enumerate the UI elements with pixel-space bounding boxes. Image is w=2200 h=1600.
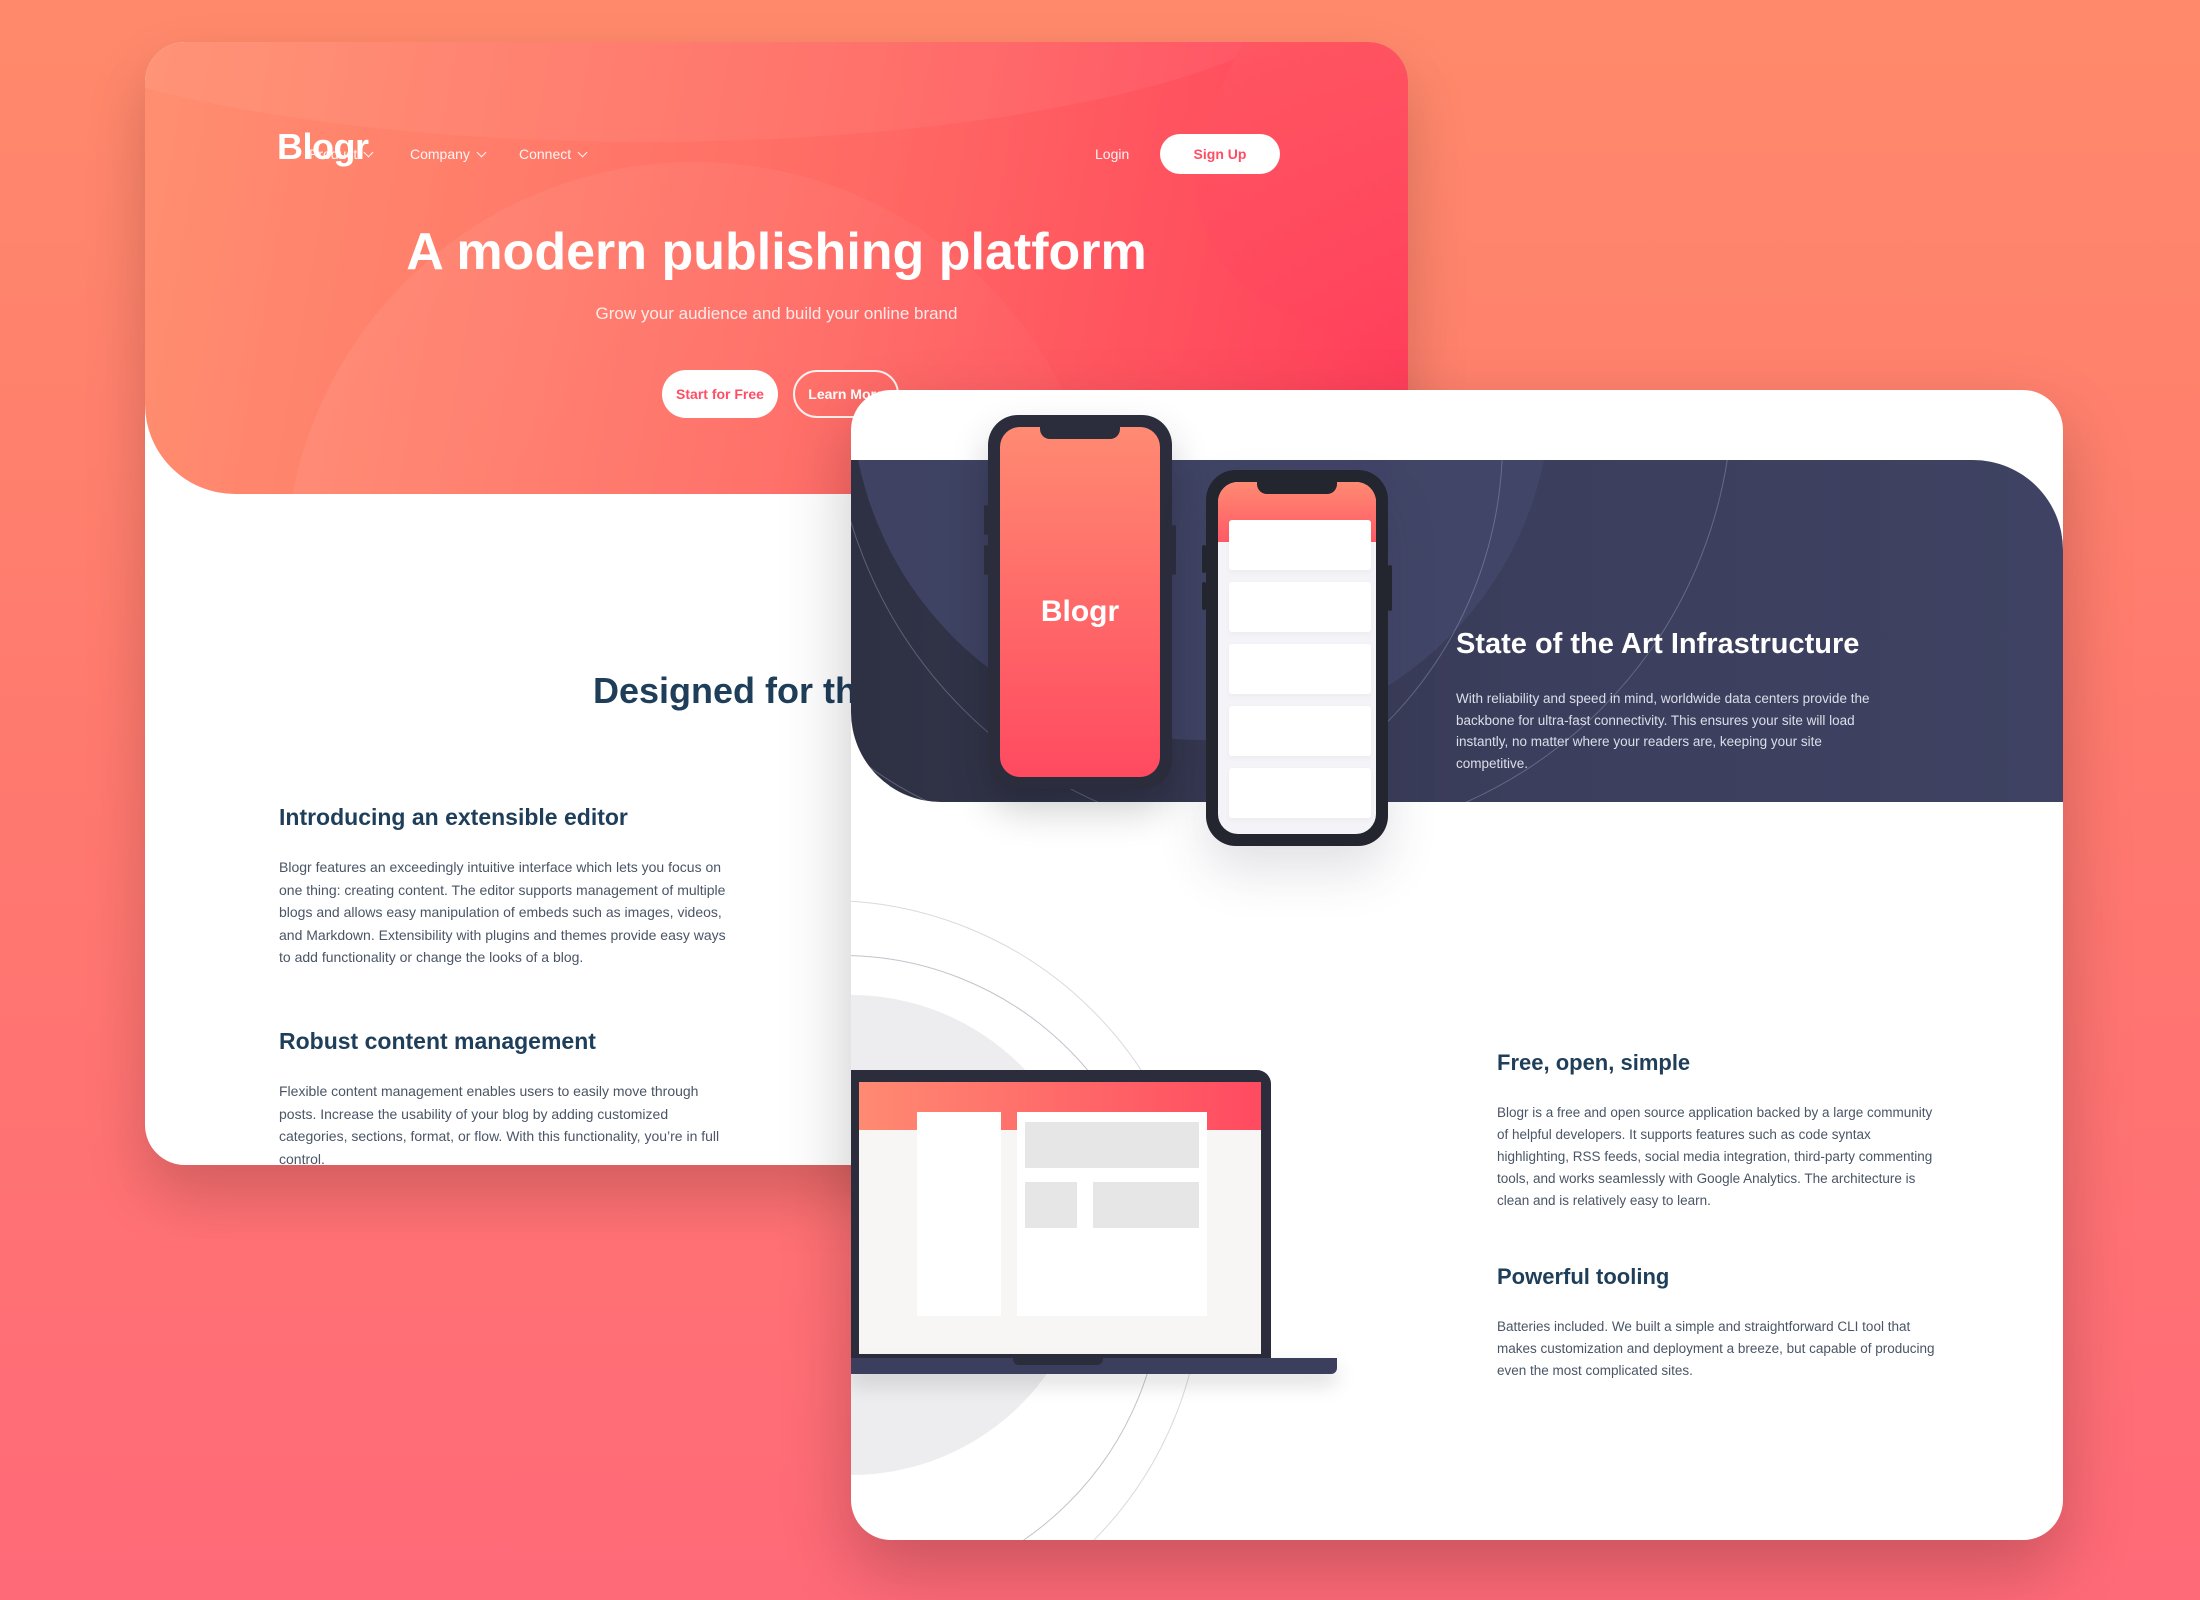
laptop-placeholder [1025, 1122, 1199, 1168]
laptop-screen [859, 1082, 1261, 1354]
phone-side-button [1388, 565, 1392, 611]
phone-mockup [1202, 470, 1392, 846]
phone-side-button [984, 505, 988, 535]
phone-notch [1040, 423, 1120, 439]
phone-side-button [1172, 525, 1176, 575]
top-nav: Blogr Product Company Connect Login Sign… [145, 42, 1408, 182]
feature-body: Blogr is a free and open source applicat… [1497, 1105, 1933, 1208]
chevron-down-icon [476, 147, 487, 158]
hero-subtitle: Grow your audience and build your online… [595, 304, 958, 323]
feature-title: Free, open, simple [1497, 1050, 1691, 1075]
laptop-notch [1013, 1358, 1103, 1365]
infra-title: State of the Art Infrastructure [1456, 628, 1860, 660]
phone-mockup: Blogr [984, 415, 1176, 789]
start-for-free-button[interactable]: Start for Free [662, 370, 778, 418]
phone-screen [1218, 482, 1376, 834]
signup-button[interactable]: Sign Up [1160, 134, 1280, 174]
nav-item-product[interactable]: Product [309, 146, 374, 162]
phone-list-card [1229, 582, 1371, 632]
feature-body: Blogr features an exceedingly intuitive … [279, 859, 726, 965]
section-title: Designed for the [593, 670, 878, 711]
laptop-mockup [851, 1070, 1271, 1370]
phone-logo: Blogr [1040, 595, 1120, 628]
phone-list-card [1229, 706, 1371, 756]
infra-body: With reliability and speed in mind, worl… [1456, 691, 1870, 771]
feature-body: Batteries included. We built a simple an… [1497, 1319, 1935, 1378]
feature-title: Powerful tooling [1497, 1264, 1670, 1289]
laptop-placeholder [1025, 1182, 1077, 1228]
phone-screen: Blogr [1000, 427, 1160, 777]
nav-item-label: Company [410, 146, 470, 162]
hero-title: A modern publishing platform [406, 223, 1147, 281]
feature-title: Robust content management [279, 1028, 596, 1054]
login-link[interactable]: Login [1095, 146, 1129, 162]
phone-list-card [1229, 644, 1371, 694]
nav-item-label: Connect [519, 146, 572, 162]
nav-item-company[interactable]: Company [410, 146, 487, 162]
laptop-sidebar-panel [917, 1112, 1001, 1316]
chevron-down-icon [363, 147, 374, 158]
chevron-down-icon [577, 147, 588, 158]
laptop-placeholder [1093, 1182, 1199, 1228]
phone-side-button [1202, 545, 1206, 573]
phone-notch [1257, 478, 1337, 494]
nav-item-connect[interactable]: Connect [519, 146, 588, 162]
phone-side-button [1202, 582, 1206, 610]
feature-title: Introducing an extensible editor [279, 804, 628, 830]
phone-list-card [1229, 520, 1371, 570]
phone-side-button [984, 545, 988, 575]
feature-body: Flexible content management enables user… [279, 1083, 720, 1165]
nav-item-label: Product [309, 146, 358, 162]
landing-page-preview-front: State of the Art Infrastructure With rel… [851, 390, 2063, 1540]
phone-list-card [1229, 768, 1371, 818]
